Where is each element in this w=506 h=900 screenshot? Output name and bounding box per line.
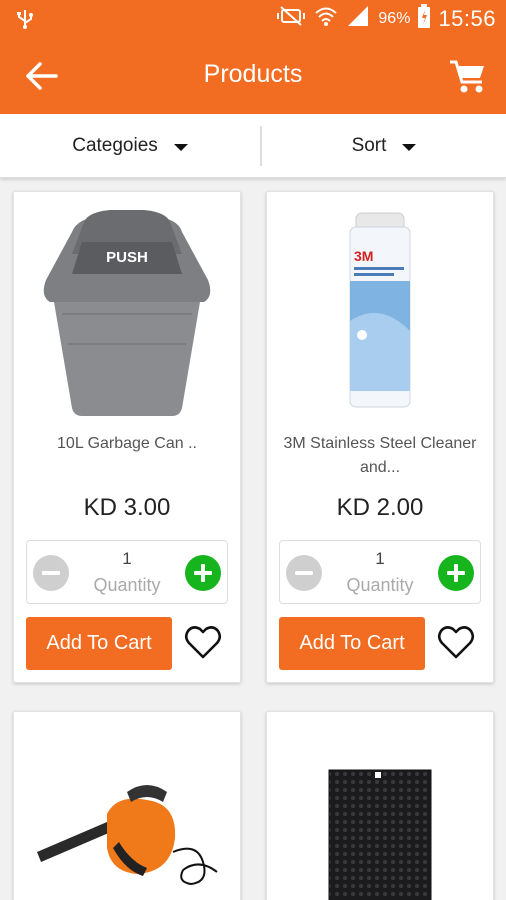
svg-text:PUSH: PUSH <box>106 249 148 266</box>
product-card[interactable]: PUSH 10L Garbage Can .. KD 3.00 1 Quanti… <box>13 191 241 683</box>
add-to-cart-button[interactable]: Add To Cart <box>26 617 172 670</box>
product-card[interactable] <box>266 711 494 900</box>
product-card[interactable] <box>13 711 241 900</box>
product-image-blower[interactable] <box>24 722 230 900</box>
svg-text:3M: 3M <box>354 248 373 264</box>
categories-dropdown[interactable]: Categoies <box>0 114 260 178</box>
product-name[interactable]: 10L Garbage Can .. <box>22 432 232 456</box>
cart-icon[interactable] <box>448 56 488 96</box>
product-image-steel-cleaner[interactable]: 3M <box>277 202 483 420</box>
plus-icon[interactable] <box>438 555 474 591</box>
mute-icon <box>276 5 306 33</box>
product-price: KD 3.00 <box>83 494 171 521</box>
product-image-filter[interactable] <box>277 722 483 900</box>
add-to-cart-button[interactable]: Add To Cart <box>279 617 425 670</box>
plus-icon[interactable] <box>185 555 221 591</box>
sort-label: Sort <box>351 135 387 156</box>
clock: 15:56 <box>438 6 496 31</box>
heart-icon[interactable] <box>437 624 475 662</box>
categories-label: Categoies <box>72 135 158 156</box>
usb-icon <box>16 9 34 34</box>
status-bar: 96% 15:56 <box>0 0 506 38</box>
wifi-icon <box>314 5 338 33</box>
product-name[interactable]: 3M Stainless Steel Cleaner and... <box>275 432 485 480</box>
product-card[interactable]: 3M 3M Stainless Steel Cleaner and... KD … <box>266 191 494 683</box>
filter-bar: Categoies Sort <box>0 114 506 178</box>
app-bar: Products <box>0 38 506 114</box>
battery-icon <box>418 4 431 34</box>
battery-percent: 96% <box>378 10 411 27</box>
quantity-stepper: 1 Quantity <box>279 540 481 604</box>
page-title: Products <box>203 60 303 88</box>
product-image-garbage-can[interactable]: PUSH <box>24 202 230 420</box>
heart-icon[interactable] <box>184 624 222 662</box>
sort-dropdown[interactable]: Sort <box>262 114 506 178</box>
quantity-stepper: 1 Quantity <box>26 540 228 604</box>
caret-down-icon <box>402 143 417 151</box>
product-price: KD 2.00 <box>336 494 424 521</box>
caret-down-icon <box>173 143 188 151</box>
signal-icon <box>346 5 370 33</box>
